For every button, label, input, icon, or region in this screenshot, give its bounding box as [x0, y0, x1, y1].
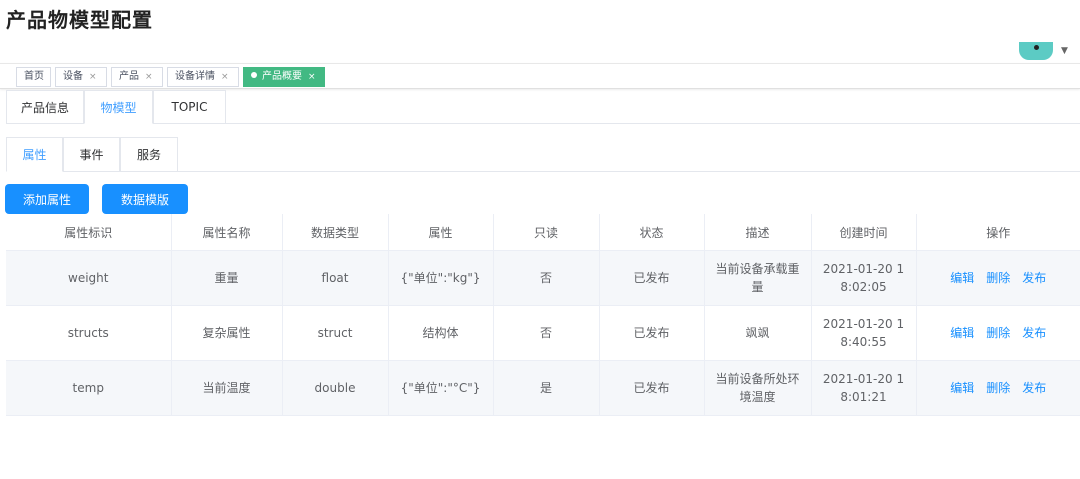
user-menu[interactable]: ▼	[1019, 42, 1068, 60]
column-header: 状态	[599, 214, 705, 251]
column-header: 描述	[704, 214, 812, 251]
tag-label: 产品	[119, 71, 139, 82]
cell-actions: 编辑 删除 发布	[916, 305, 1080, 361]
cell-attr: 结构体	[388, 305, 494, 361]
tag-device-detail[interactable]: 设备详情 ×	[167, 67, 239, 87]
cell-status: 已发布	[599, 250, 705, 306]
publish-link[interactable]: 发布	[1022, 271, 1046, 285]
top-tabs: 产品信息 物模型 TOPIC	[6, 90, 1080, 124]
cell-created: 2021-01-20 18:01:21	[811, 360, 917, 416]
cell-attr: {"单位":"°C"}	[388, 360, 494, 416]
cell-desc: 飒飒	[704, 305, 812, 361]
publish-link[interactable]: 发布	[1022, 381, 1046, 395]
tag-product[interactable]: 产品 ×	[111, 67, 163, 87]
cell-desc: 当前设备承载重量	[704, 250, 812, 306]
cell-actions: 编辑 删除 发布	[916, 360, 1080, 416]
tag-label: 设备详情	[175, 71, 215, 82]
properties-table: 属性标识 属性名称 数据类型 属性 只读 状态 描述 创建时间 操作 weigh…	[6, 214, 1080, 416]
cell-attr: {"单位":"kg"}	[388, 250, 494, 306]
data-template-button[interactable]: 数据模版	[102, 184, 188, 214]
cell-id: structs	[6, 305, 172, 361]
column-header: 属性标识	[6, 214, 172, 251]
column-header: 操作	[916, 214, 1080, 251]
cell-desc: 当前设备所处环境温度	[704, 360, 812, 416]
cell-actions: 编辑 删除 发布	[916, 250, 1080, 306]
cell-type: float	[282, 250, 389, 306]
add-property-button[interactable]: 添加属性	[5, 184, 89, 214]
cell-name: 重量	[171, 250, 283, 306]
avatar[interactable]	[1019, 42, 1053, 60]
cell-type: struct	[282, 305, 389, 361]
tab-product-info[interactable]: 产品信息	[6, 90, 84, 123]
tab-services[interactable]: 服务	[120, 137, 178, 171]
cell-type: double	[282, 360, 389, 416]
edit-link[interactable]: 编辑	[950, 326, 974, 340]
tag-label: 产品概要	[262, 71, 302, 82]
table-header-row: 属性标识 属性名称 数据类型 属性 只读 状态 描述 创建时间 操作	[6, 214, 1080, 251]
active-dot-icon	[251, 72, 257, 78]
tab-thing-model[interactable]: 物模型	[84, 90, 153, 124]
column-header: 属性名称	[171, 214, 283, 251]
tag-device[interactable]: 设备 ×	[55, 67, 107, 87]
cell-readonly: 否	[493, 250, 600, 306]
cell-name: 复杂属性	[171, 305, 283, 361]
table-row: temp 当前温度 double {"单位":"°C"} 是 已发布 当前设备所…	[6, 360, 1080, 416]
cell-id: weight	[6, 250, 172, 306]
tag-home[interactable]: 首页	[16, 67, 51, 87]
column-header: 数据类型	[282, 214, 389, 251]
column-header: 属性	[388, 214, 494, 251]
close-icon[interactable]: ×	[221, 72, 229, 82]
caret-down-icon[interactable]: ▼	[1061, 46, 1068, 56]
cell-readonly: 否	[493, 305, 600, 361]
delete-link[interactable]: 删除	[986, 326, 1010, 340]
cell-name: 当前温度	[171, 360, 283, 416]
close-icon[interactable]: ×	[145, 72, 153, 82]
page-title: 产品物模型配置	[6, 8, 153, 32]
tab-topic[interactable]: TOPIC	[153, 90, 226, 123]
cell-created: 2021-01-20 18:02:05	[811, 250, 917, 306]
cell-readonly: 是	[493, 360, 600, 416]
cell-created: 2021-01-20 18:40:55	[811, 305, 917, 361]
tag-label: 首页	[24, 71, 44, 82]
publish-link[interactable]: 发布	[1022, 326, 1046, 340]
cell-status: 已发布	[599, 305, 705, 361]
table-row: structs 复杂属性 struct 结构体 否 已发布 飒飒 2021-01…	[6, 305, 1080, 361]
tab-properties[interactable]: 属性	[6, 137, 63, 172]
column-header: 创建时间	[811, 214, 917, 251]
close-icon[interactable]: ×	[308, 72, 316, 82]
tag-label: 设备	[63, 71, 83, 82]
tag-product-overview[interactable]: 产品概要 ×	[243, 67, 325, 87]
table-row: weight 重量 float {"单位":"kg"} 否 已发布 当前设备承载…	[6, 250, 1080, 306]
cell-id: temp	[6, 360, 172, 416]
close-icon[interactable]: ×	[89, 72, 97, 82]
column-header: 只读	[493, 214, 600, 251]
delete-link[interactable]: 删除	[986, 271, 1010, 285]
tab-events[interactable]: 事件	[63, 137, 120, 171]
edit-link[interactable]: 编辑	[950, 271, 974, 285]
sub-tabs: 属性 事件 服务	[6, 137, 1080, 172]
cell-status: 已发布	[599, 360, 705, 416]
edit-link[interactable]: 编辑	[950, 381, 974, 395]
tags-view: 首页 设备 × 产品 × 设备详情 × 产品概要 ×	[0, 63, 1080, 89]
delete-link[interactable]: 删除	[986, 381, 1010, 395]
